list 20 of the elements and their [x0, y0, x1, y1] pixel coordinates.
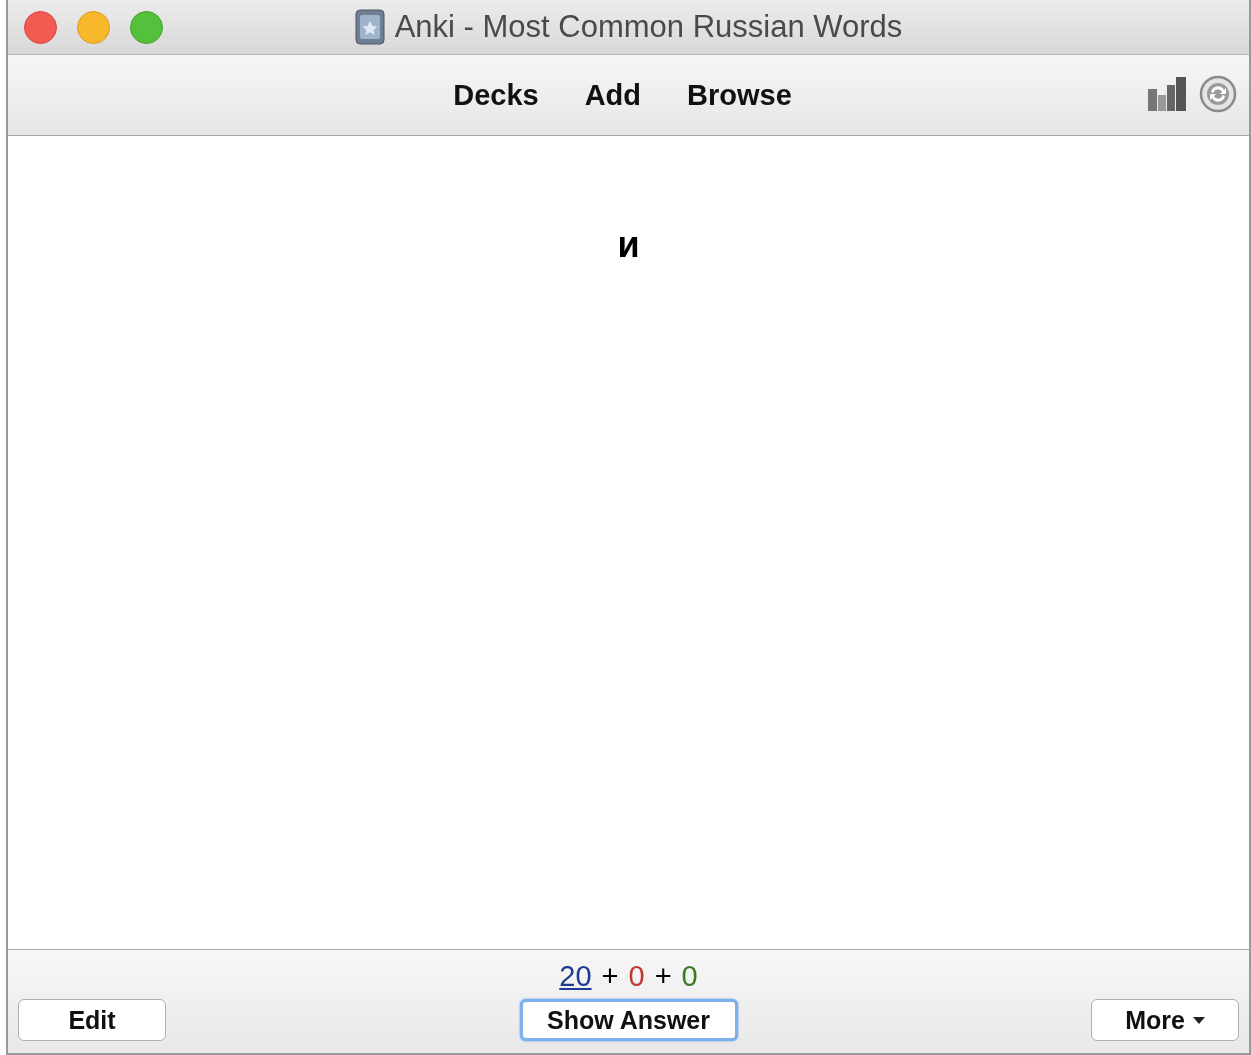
bar-chart-icon[interactable] [1147, 77, 1187, 111]
minimize-button[interactable] [77, 10, 110, 44]
sync-icon[interactable] [1199, 75, 1237, 113]
due-count-link[interactable]: 20 [559, 960, 592, 993]
card-question: и [617, 224, 640, 267]
app-icon [354, 9, 385, 45]
card-count: 0 [628, 960, 645, 993]
action-button[interactable]: Edit [18, 999, 166, 1041]
action-button[interactable]: Show Answer [519, 999, 738, 1041]
plus-sign: + [654, 960, 672, 993]
toolbar-link[interactable]: Add [584, 78, 642, 112]
plus-sign: + [601, 960, 619, 993]
card-count: 0 [681, 960, 698, 993]
window-title: Anki - Most Common Russian Words [394, 9, 903, 45]
toolbar-link[interactable]: Decks [453, 78, 539, 112]
caret-icon [1192, 1016, 1205, 1024]
close-button[interactable] [24, 10, 57, 44]
zoom-button[interactable] [130, 10, 163, 44]
more-menu-button[interactable]: More [1091, 999, 1239, 1041]
toolbar-link[interactable]: Browse [687, 78, 792, 112]
